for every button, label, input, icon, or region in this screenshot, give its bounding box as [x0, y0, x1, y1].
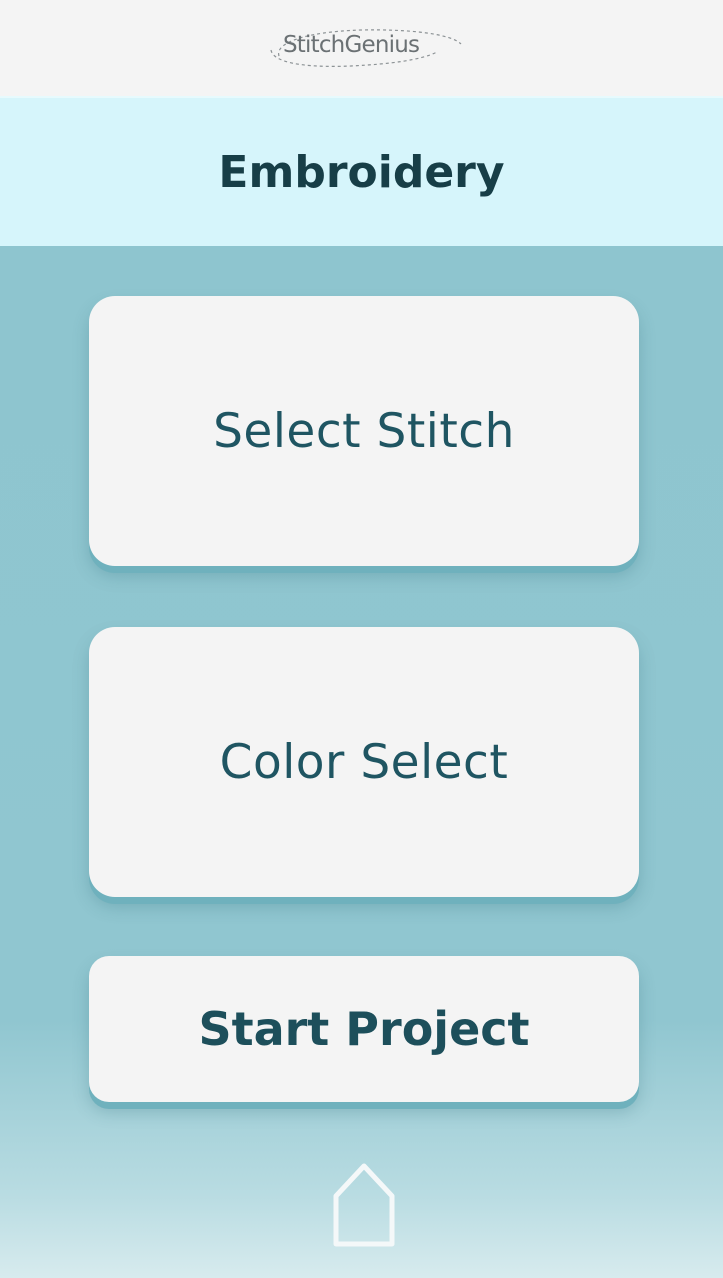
- start-project-button[interactable]: Start Project: [89, 956, 639, 1102]
- top-bar: StitchGenius: [0, 0, 723, 96]
- page-header: Embroidery: [0, 96, 723, 246]
- home-button[interactable]: [330, 1160, 398, 1252]
- color-select-label: Color Select: [219, 734, 509, 790]
- home-icon: [333, 1163, 395, 1247]
- start-project-label: Start Project: [198, 1002, 530, 1056]
- page-title: Embroidery: [218, 147, 505, 198]
- app-screen: StitchGenius Embroidery Select Stitch Co…: [0, 0, 723, 1278]
- color-select-button[interactable]: Color Select: [89, 627, 639, 897]
- select-stitch-label: Select Stitch: [213, 403, 515, 459]
- logo-text: StitchGenius: [283, 32, 420, 58]
- select-stitch-button[interactable]: Select Stitch: [89, 296, 639, 566]
- app-logo: StitchGenius: [261, 22, 471, 76]
